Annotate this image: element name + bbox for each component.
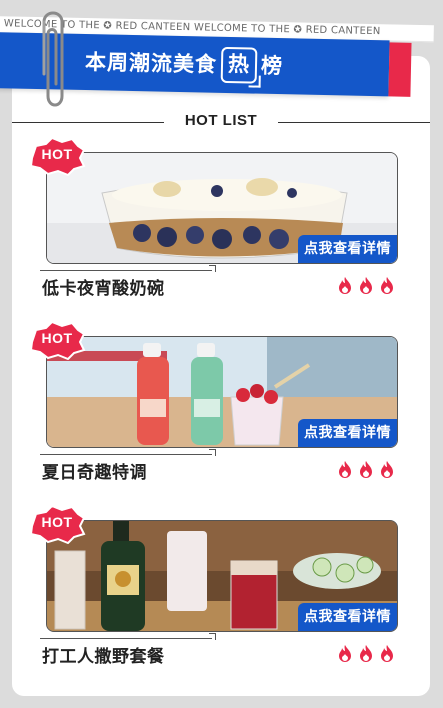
fire-icon xyxy=(339,461,351,478)
page: WELCOME TO THE ✪ RED CANTEEN WELCOME TO … xyxy=(0,0,443,708)
rating-fires xyxy=(336,460,396,480)
item-name: 打工人撒野套餐 xyxy=(42,647,165,667)
section-heading: HOT LIST xyxy=(12,110,430,134)
paperclip-icon xyxy=(42,11,64,107)
fire-icon xyxy=(360,645,372,662)
list-item[interactable]: 点我查看详情 HOT 夏日奇趣特调 xyxy=(28,320,398,484)
hot-badge-label: HOT xyxy=(41,514,73,530)
fire-icon xyxy=(360,461,372,478)
hot-badge-label: HOT xyxy=(41,330,73,346)
list-item[interactable]: 点我查看详情 HOT 打工人撒野套餐 xyxy=(28,504,398,668)
fire-icon xyxy=(339,277,351,294)
item-photo-summer-drinks[interactable]: 点我查看详情 xyxy=(46,336,398,448)
hot-badge: HOT xyxy=(28,136,86,177)
view-details-button[interactable]: 点我查看详情 xyxy=(298,419,397,447)
view-details-button[interactable]: 点我查看详情 xyxy=(298,603,397,631)
fire-icon xyxy=(360,277,372,294)
item-name: 低卡夜宵酸奶碗 xyxy=(42,279,165,299)
banner-red-tab xyxy=(388,42,412,97)
divider-right xyxy=(278,122,430,123)
hot-badge: HOT xyxy=(28,504,86,545)
fire-icon xyxy=(339,645,351,662)
title-text-part1: 本周潮流美食 xyxy=(84,50,218,77)
name-underline xyxy=(40,633,216,640)
fire-icon xyxy=(381,277,393,294)
title-highlight-box: 热 xyxy=(220,46,258,84)
hot-badge-label: HOT xyxy=(41,146,73,162)
fire-icon xyxy=(381,461,393,478)
fire-icon xyxy=(381,645,393,662)
rating-fires xyxy=(336,644,396,664)
name-underline xyxy=(40,265,216,272)
hot-badge: HOT xyxy=(28,320,86,361)
title-text-part2: 榜 xyxy=(260,53,284,79)
item-photo-worker-set[interactable]: 点我查看详情 xyxy=(46,520,398,632)
view-details-button[interactable]: 点我查看详情 xyxy=(298,235,397,263)
list-item[interactable]: 点我查看详情 HOT 低卡夜宵酸奶碗 xyxy=(28,136,398,300)
item-name: 夏日奇趣特调 xyxy=(42,463,147,483)
name-underline xyxy=(40,449,216,456)
section-title: HOT LIST xyxy=(184,112,258,129)
item-photo-yogurt-bowl[interactable]: 点我查看详情 xyxy=(46,152,398,264)
header-banner: WELCOME TO THE ✪ RED CANTEEN WELCOME TO … xyxy=(0,0,443,120)
page-title: 本周潮流美食 热 榜 xyxy=(84,34,283,94)
rating-fires xyxy=(336,276,396,296)
